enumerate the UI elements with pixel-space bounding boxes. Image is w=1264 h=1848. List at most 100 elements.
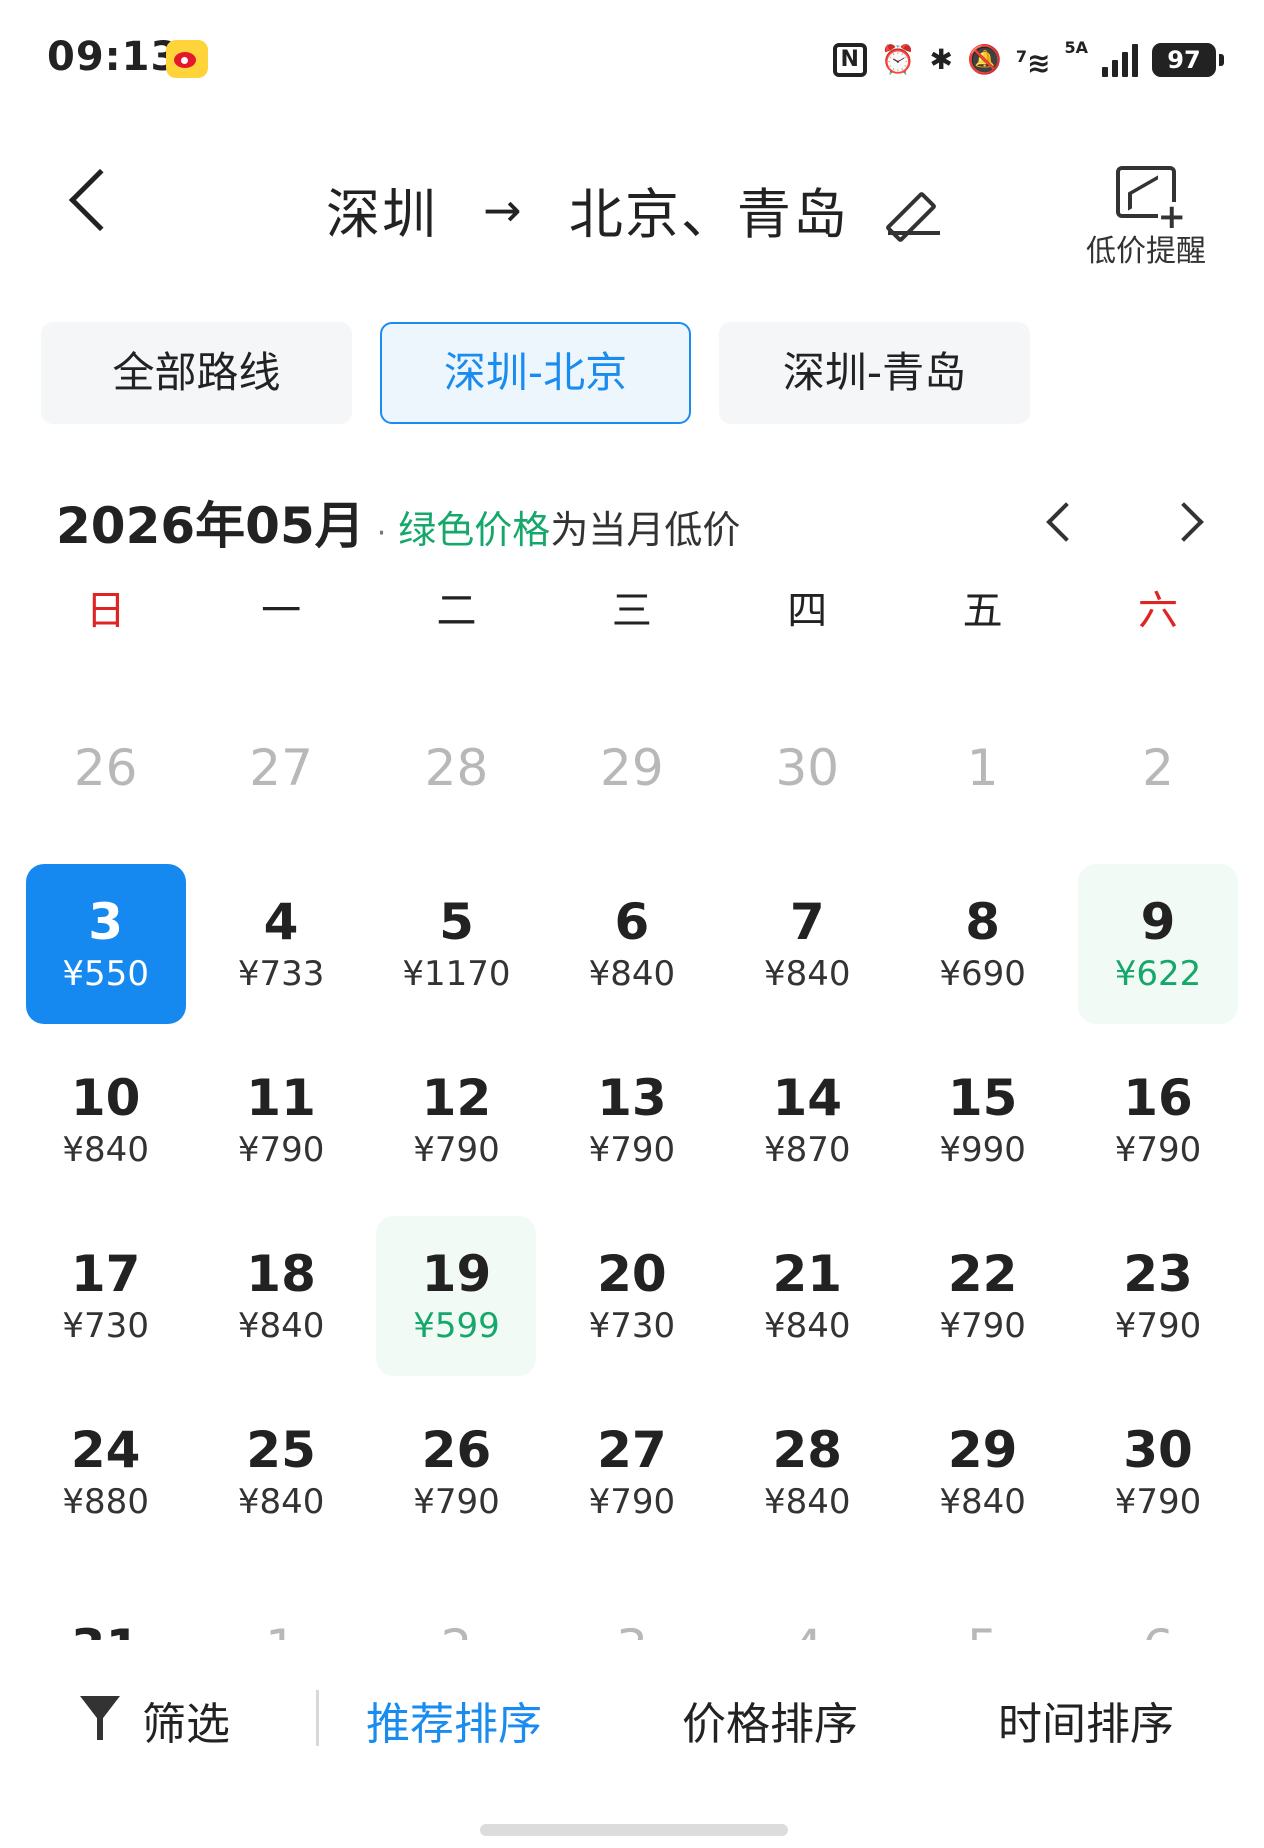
- calendar-day[interactable]: 18 ¥840: [193, 1208, 368, 1384]
- sort-recommended-button[interactable]: 推荐排序: [366, 1688, 542, 1752]
- month-note-green: 绿色价格: [398, 508, 551, 552]
- route-title[interactable]: 深圳 → 北京、青岛: [0, 170, 1264, 249]
- calendar-day[interactable]: 13 ¥790: [544, 1032, 719, 1208]
- calendar-day-box: 24 ¥880: [26, 1392, 186, 1552]
- day-price: ¥790: [588, 1130, 676, 1170]
- day-number: 29: [947, 1421, 1018, 1479]
- price-alert-button[interactable]: 低价提醒: [1076, 166, 1216, 270]
- day-number: 19: [421, 1245, 492, 1303]
- calendar-day-box: 7 ¥840: [727, 864, 887, 1024]
- next-month-icon[interactable]: [1164, 502, 1204, 542]
- home-indicator[interactable]: [480, 1824, 788, 1836]
- calendar-day[interactable]: 24 ¥880: [18, 1384, 193, 1560]
- calendar-day-box: 30 ¥790: [1078, 1392, 1238, 1552]
- calendar-day[interactable]: 19 ¥599: [369, 1208, 544, 1384]
- day-number: 12: [421, 1069, 492, 1127]
- calendar-day[interactable]: 25 ¥840: [193, 1384, 368, 1560]
- calendar-day-box: 26 ¥790: [376, 1392, 536, 1552]
- calendar-day[interactable]: 26 ¥790: [369, 1384, 544, 1560]
- calendar-day[interactable]: 4 ¥733: [193, 856, 368, 1032]
- weekday-wed: 三: [611, 588, 652, 634]
- calendar-day-other-month: 26: [18, 680, 193, 856]
- calendar-day-box: 6: [1078, 1568, 1238, 1640]
- calendar-row: 10 ¥840 11 ¥790 12 ¥790 13 ¥790 14 ¥870 15 ¥990 16 ¥7…: [18, 1032, 1246, 1208]
- day-number: 7: [789, 893, 825, 951]
- route-tab-all[interactable]: 全部路线: [41, 322, 352, 424]
- calendar-day[interactable]: 3 ¥550: [18, 856, 193, 1032]
- calendar-day[interactable]: 12 ¥790: [369, 1032, 544, 1208]
- calendar-day-other-month: 2: [1070, 680, 1245, 856]
- calendar-day[interactable]: 15 ¥990: [895, 1032, 1070, 1208]
- mute-icon: 🔕: [967, 43, 1002, 76]
- calendar-day-box: 26: [26, 688, 186, 848]
- day-price: ¥840: [588, 954, 676, 994]
- calendar-day[interactable]: 14 ¥870: [720, 1032, 895, 1208]
- weekday-header: 日 一 二 三 四 五 六: [18, 578, 1246, 636]
- calendar-day[interactable]: 20 ¥730: [544, 1208, 719, 1384]
- day-price: ¥790: [237, 1130, 325, 1170]
- month-header: 2026年05月 · 绿色价格 为当月低价: [56, 486, 740, 558]
- filter-button[interactable]: 筛选: [142, 1688, 230, 1752]
- calendar-day-box: 3: [552, 1568, 712, 1640]
- calendar-day[interactable]: 16 ¥790: [1070, 1032, 1245, 1208]
- day-price: ¥790: [1114, 1482, 1202, 1522]
- day-number: 26: [421, 1421, 492, 1479]
- weekday-sun: 日: [85, 588, 126, 634]
- sort-price-button[interactable]: 价格排序: [682, 1688, 858, 1752]
- day-number: 3: [88, 893, 124, 951]
- calendar-day[interactable]: 5 ¥1170: [369, 856, 544, 1032]
- route-arrow: →: [483, 182, 524, 237]
- calendar-day[interactable]: 21 ¥840: [720, 1208, 895, 1384]
- day-price: ¥790: [588, 1482, 676, 1522]
- calendar-day-other-month: 27: [193, 680, 368, 856]
- battery-indicator: 97: [1152, 43, 1224, 77]
- day-number: 2: [441, 1618, 473, 1640]
- route-tab-shenzhen-beijing[interactable]: 深圳-北京: [380, 322, 691, 424]
- calendar-day[interactable]: 7 ¥840: [720, 856, 895, 1032]
- calendar-day[interactable]: 22 ¥790: [895, 1208, 1070, 1384]
- calendar-day[interactable]: 17 ¥730: [18, 1208, 193, 1384]
- calendar-day-box: 1: [903, 688, 1063, 848]
- calendar-row: 3 ¥550 4 ¥733 5 ¥1170 6 ¥840 7 ¥840 8 ¥690 9 ¥622: [18, 856, 1246, 1032]
- calendar-day-box: 5: [903, 1568, 1063, 1640]
- calendar-row: 17 ¥730 18 ¥840 19 ¥599 20 ¥730 21 ¥840 22 ¥790 23 ¥7…: [18, 1208, 1246, 1384]
- calendar-day-box: 17 ¥730: [26, 1216, 186, 1376]
- calendar-day[interactable]: 11 ¥790: [193, 1032, 368, 1208]
- calendar-day[interactable]: 31: [18, 1560, 193, 1640]
- route-tab-shenzhen-qingdao[interactable]: 深圳-青岛: [719, 322, 1030, 424]
- sort-time-button[interactable]: 时间排序: [998, 1688, 1174, 1752]
- day-number: 30: [775, 739, 840, 797]
- filter-icon[interactable]: [80, 1696, 120, 1740]
- calendar-day-other-month: 28: [369, 680, 544, 856]
- day-price: ¥599: [413, 1306, 500, 1346]
- calendar-day-box: 9 ¥622: [1078, 864, 1239, 1024]
- calendar-day[interactable]: 9 ¥622: [1070, 856, 1245, 1032]
- day-number: 10: [70, 1069, 141, 1127]
- prev-month-icon[interactable]: [1046, 502, 1086, 542]
- calendar-day-other-month: 6: [1070, 1560, 1245, 1640]
- calendar-day[interactable]: 30 ¥790: [1070, 1384, 1245, 1560]
- calendar-day[interactable]: 23 ¥790: [1070, 1208, 1245, 1384]
- calendar-day-box: 15 ¥990: [903, 1040, 1063, 1200]
- calendar-day-box: 25 ¥840: [201, 1392, 361, 1552]
- day-number: 26: [73, 739, 138, 797]
- calendar-row: 24 ¥880 25 ¥840 26 ¥790 27 ¥790 28 ¥840 29 ¥840 30 ¥7…: [18, 1384, 1246, 1560]
- calendar-day[interactable]: 10 ¥840: [18, 1032, 193, 1208]
- day-price: ¥550: [62, 954, 149, 994]
- day-number: 8: [965, 893, 1001, 951]
- day-number: 17: [70, 1245, 141, 1303]
- calendar-day[interactable]: 27 ¥790: [544, 1384, 719, 1560]
- calendar-day[interactable]: 6 ¥840: [544, 856, 719, 1032]
- calendar-day[interactable]: 28 ¥840: [720, 1384, 895, 1560]
- calendar-day-box: 1: [201, 1568, 361, 1640]
- weekday-mon: 一: [261, 588, 302, 634]
- calendar-day[interactable]: 29 ¥840: [895, 1384, 1070, 1560]
- weekday-thu: 四: [787, 588, 828, 634]
- calendar-day-other-month: 1: [193, 1560, 368, 1640]
- edit-icon[interactable]: [888, 185, 941, 235]
- calendar-day[interactable]: 8 ¥690: [895, 856, 1070, 1032]
- day-price: ¥840: [763, 954, 851, 994]
- calendar-day-box: 20 ¥730: [552, 1216, 712, 1376]
- day-number: 5: [967, 1618, 999, 1640]
- day-price: ¥840: [763, 1306, 851, 1346]
